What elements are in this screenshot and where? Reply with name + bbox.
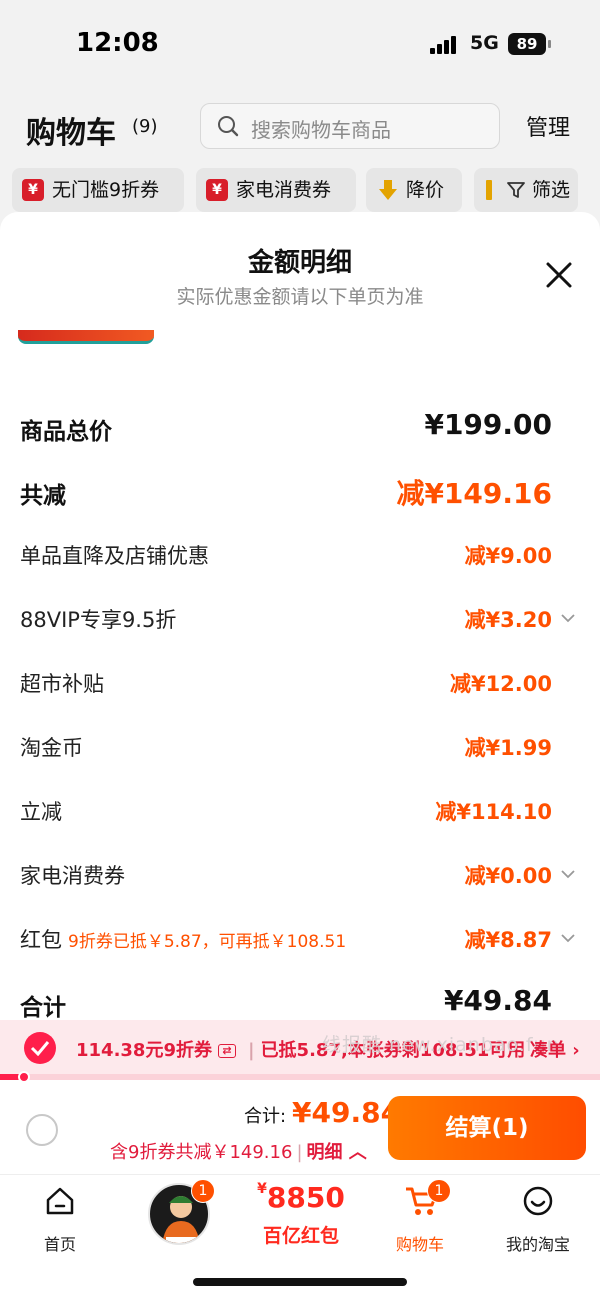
discount-summary: 含9折券共减￥149.16 | 明细 ︿ [110,1142,367,1163]
row-value: 减¥3.20 [464,608,552,632]
divider-icon [486,180,492,200]
row-supermarket-subsidy: 超市补贴 减¥12.00 [0,664,600,704]
status-bar: 12:08 5G 89 [0,0,600,90]
row-value: 减¥9.00 [464,544,552,568]
coupon-name: 114.38元9折券 [76,1040,212,1061]
coupon-icon: ¥ [206,179,228,201]
coupon-strip[interactable]: 114.38元9折券 ⇄ | 已抵5.87,本张券剩108.51可用 线报酷 new.… [0,1020,600,1076]
checkout-button[interactable]: 结算(1) [388,1096,586,1160]
row-label: 88VIP专享9.5折 [20,608,177,632]
row-note: 9折券已抵￥5.87，可再抵￥108.51 [68,932,347,952]
row-taojinbi: 淘金币 减¥1.99 [0,728,600,768]
filter-icon [507,182,525,198]
row-value: 减¥0.00 [464,864,552,888]
cart-count: (9) [132,116,158,137]
chip-coupon-9-discount[interactable]: ¥ 无门槛9折券 [12,168,184,212]
coupon-icon: ¥ [22,179,44,201]
tab-home[interactable]: 首页 [10,1183,110,1254]
row-item-discount: 单品直降及店铺优惠 减¥9.00 [0,536,600,576]
search-placeholder: 搜索购物车商品 [251,118,391,142]
discount-text: 含9折券共减￥149.16 [110,1142,293,1163]
total-value: ¥49.84 [292,1096,401,1129]
row-value: 减¥1.99 [464,736,552,760]
home-indicator [193,1278,407,1286]
smile-icon [523,1186,553,1216]
detail-link[interactable]: 明细 ︿ [307,1142,367,1163]
row-instant-discount: 立减 减¥114.10 [0,792,600,832]
add-items-link[interactable]: 凑单 › [530,1036,580,1062]
row-value: ¥49.84 [443,984,552,1017]
row-label: 商品总价 [20,419,112,445]
row-label-text: 红包 [20,928,62,952]
chevron-down-icon [561,934,575,943]
manage-button[interactable]: 管理 [526,110,570,142]
chevron-down-icon [561,870,575,879]
tab-mine[interactable]: 我的淘宝 [488,1183,588,1254]
tab-label: 我的淘宝 [505,1235,570,1254]
row-label: 家电消费券 [20,864,125,888]
hongbao-label[interactable]: 百亿红包 [256,1221,346,1248]
row-value: 减¥8.87 [464,928,552,952]
row-label: 立减 [20,800,62,824]
price-down-icon [379,180,397,200]
row-value: 减¥149.16 [396,477,552,510]
row-red-packet[interactable]: 红包 9折券已抵￥5.87，可再抵￥108.51 减¥8.87 [0,920,600,960]
tab-label: 首页 [43,1235,76,1254]
search-input[interactable]: 搜索购物车商品 [200,103,500,149]
search-icon [218,116,239,137]
row-value: 减¥114.10 [435,800,552,824]
row-label: 红包 9折券已抵￥5.87，可再抵￥108.51 [20,924,346,954]
row-value: 减¥12.00 [449,672,552,696]
close-icon[interactable] [542,258,576,292]
coupon-progress-knob [18,1071,30,1083]
filter-chips: ¥ 无门槛9折券 ¥ 家电消费券 降价 筛选 [0,168,600,216]
row-sum: 合计 ¥49.84 [0,984,600,1024]
chip-appliance-coupon[interactable]: ¥ 家电消费券 [196,168,356,212]
battery-icon: 89 [508,33,551,55]
sheet-subtitle: 实际优惠金额请以下单页为准 [176,286,424,308]
avatar-badge: 1 [191,1179,215,1203]
row-total-price: 商品总价 ¥199.00 [0,408,600,448]
chip-label: 家电消费券 [236,179,332,201]
row-label: 超市补贴 [20,672,104,696]
row-label: 共减 [20,483,66,509]
sheet-title: 金额明细 [247,248,352,278]
tab-label: 购物车 [395,1235,444,1254]
cart-badge: 1 [427,1179,451,1203]
coupon-progress-track [0,1074,600,1080]
product-banner-peek [18,330,154,344]
row-label: 淘金币 [20,736,83,760]
total-label: 合计: [244,1106,287,1127]
chip-filter[interactable]: 筛选 [474,168,578,212]
hongbao-amount[interactable]: ¥8850 [256,1181,346,1214]
select-all-checkbox[interactable] [26,1114,58,1146]
network-type: 5G [470,32,499,54]
cart-page-background: 12:08 5G 89 购物车 (9) 搜索购物车商品 管理 ¥ 无门槛9折券 … [0,0,600,230]
row-value: ¥199.00 [424,408,552,441]
chip-label: 无门槛9折券 [52,179,160,201]
home-icon [46,1187,74,1215]
tab-cart[interactable]: 购物车 [370,1183,470,1254]
row-88vip[interactable]: 88VIP专享9.5折 减¥3.20 [0,600,600,640]
page-title: 购物车 [26,116,116,151]
checkout-bar: 合计: ¥49.84 含9折券共减￥149.16 | 明细 ︿ 结算(1) [0,1084,600,1174]
chip-label: 筛选 [532,179,571,201]
swap-icon: ⇄ [217,1044,236,1058]
row-label: 合计 [20,995,66,1021]
chevron-down-icon [561,614,575,623]
cart-header: 购物车 (9) 搜索购物车商品 管理 [0,100,600,160]
watermark: 线报酷 new.xianbao.fun [322,1034,560,1056]
chip-price-drop[interactable]: 降价 [366,168,462,212]
row-appliance-coupon[interactable]: 家电消费券 减¥0.00 [0,856,600,896]
status-time: 12:08 [76,28,159,58]
chip-label: 降价 [406,179,445,201]
row-total-discount: 共减 减¥149.16 [0,472,600,512]
signal-icon [430,36,462,54]
row-label: 单品直降及店铺优惠 [20,544,209,568]
coupon-checked-icon[interactable] [24,1032,56,1064]
